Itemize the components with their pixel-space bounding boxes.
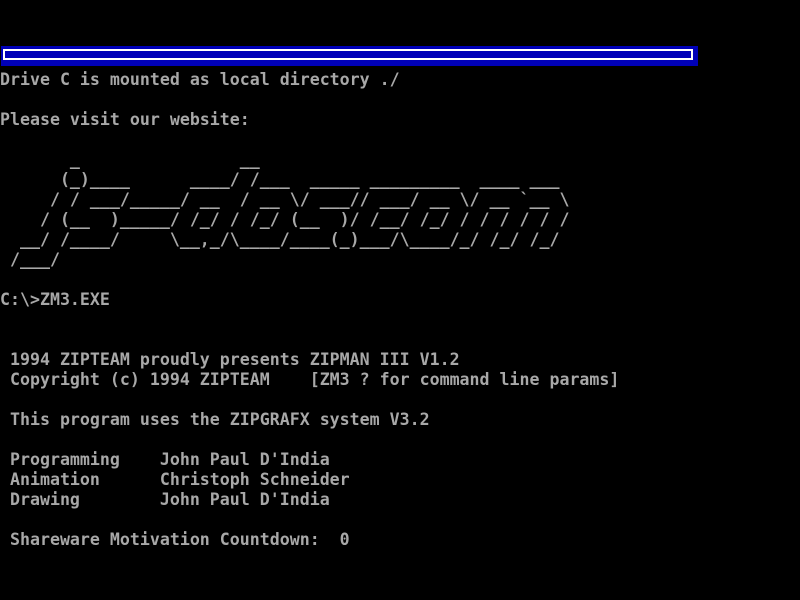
system-info-line: This program uses the ZIPGRAFX system V3… bbox=[0, 410, 430, 430]
copyright-line: Copyright (c) 1994 ZIPTEAM [ZM3 ? for co… bbox=[0, 370, 619, 390]
credit-line-animation: Animation Christoph Schneider bbox=[0, 470, 350, 490]
command-prompt-line: C:\>ZM3.EXE bbox=[0, 290, 110, 310]
shareware-countdown-line: Shareware Motivation Countdown: 0 bbox=[0, 530, 350, 550]
credit-line-programming: Programming John Paul D'India bbox=[0, 450, 330, 470]
mount-message: Drive C is mounted as local directory ./ bbox=[0, 70, 400, 90]
credit-line-drawing: Drawing John Paul D'India bbox=[0, 490, 330, 510]
presents-line: 1994 ZIPTEAM proudly presents ZIPMAN III… bbox=[0, 350, 460, 370]
jsdos-ascii-logo: _ __ (_)____ ____/ /___ _____ _________ … bbox=[0, 150, 569, 270]
dos-emulator-screen[interactable]: Drive C is mounted as local directory ./… bbox=[0, 0, 800, 600]
website-message: Please visit our website: bbox=[0, 110, 250, 130]
loading-progress-bar bbox=[1, 46, 698, 66]
loading-progress-fill bbox=[3, 49, 693, 60]
